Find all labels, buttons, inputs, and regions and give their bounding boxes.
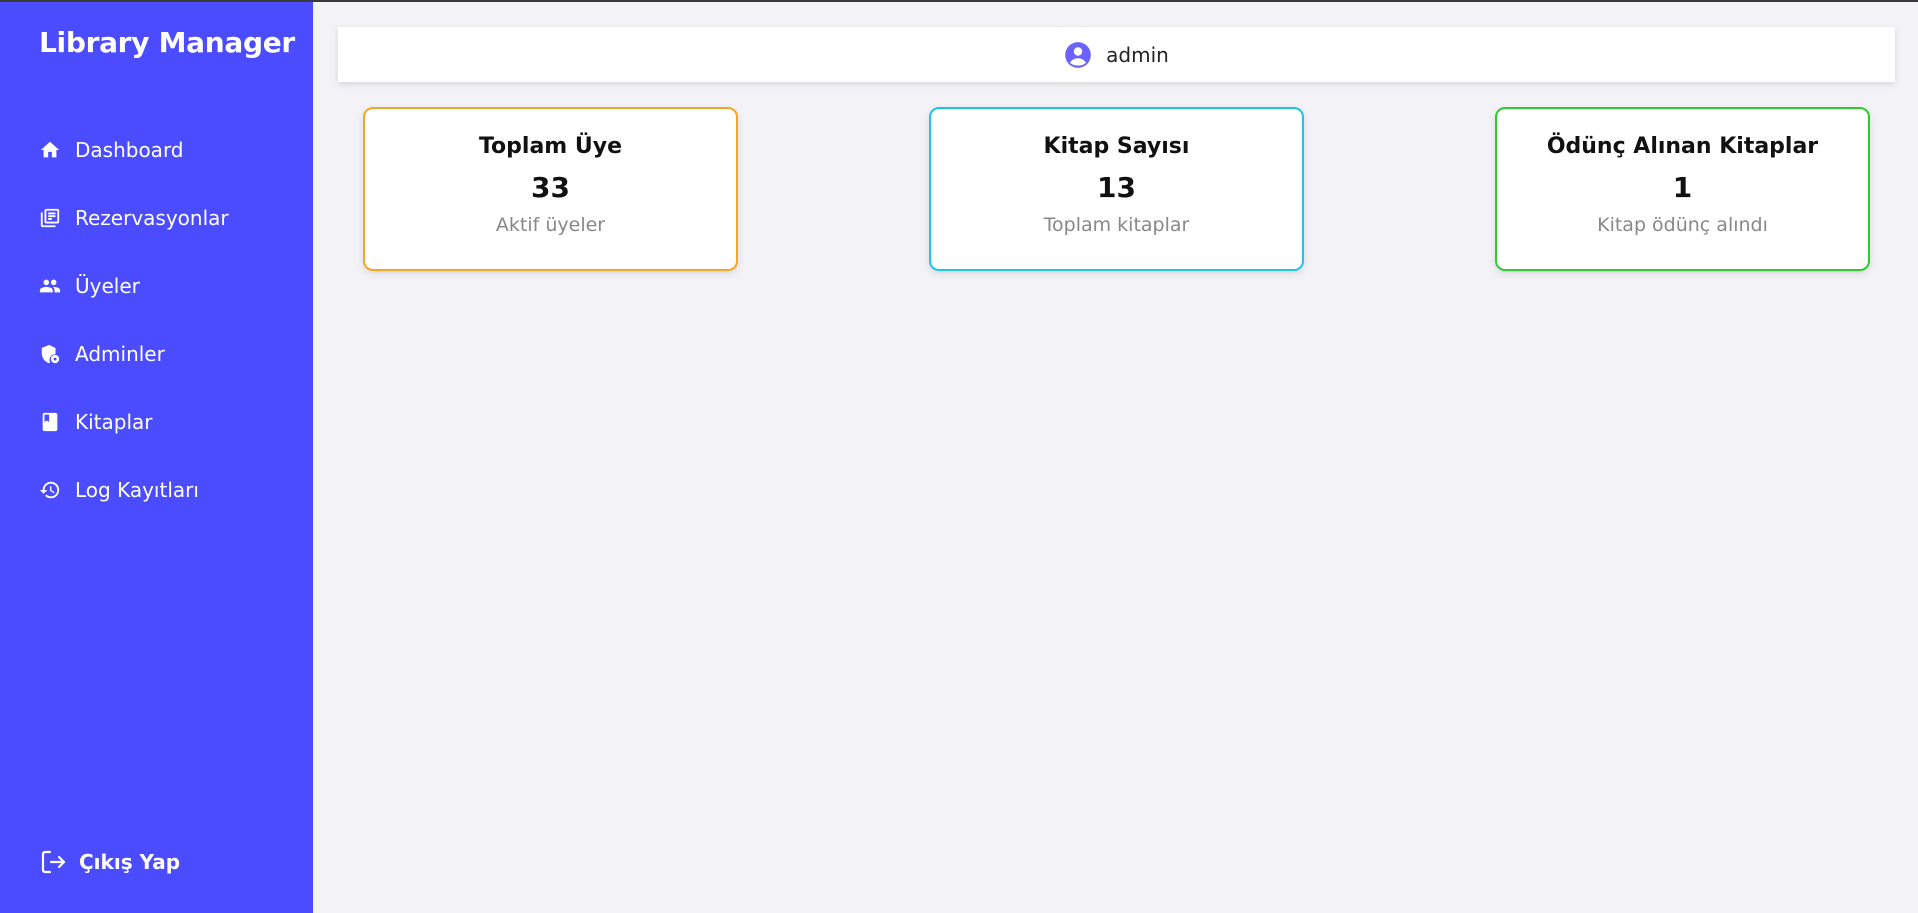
stat-card-title: Kitap Sayısı: [1043, 134, 1190, 159]
sidebar: Library Manager Dashboard Rezervasyonlar…: [0, 0, 313, 913]
sidebar-item-rezervasyonlar[interactable]: Rezervasyonlar: [0, 184, 313, 252]
main-content: admin Toplam Üye 33 Aktif üyeler Kitap S…: [313, 0, 1918, 913]
admin-shield-icon: [41, 344, 60, 364]
home-icon: [40, 141, 60, 158]
users-icon: [39, 279, 61, 293]
logout-button[interactable]: Çıkış Yap: [39, 848, 180, 876]
book-icon: [42, 412, 58, 432]
stat-card-title: Ödünç Alınan Kitaplar: [1546, 134, 1819, 159]
user-avatar-icon: [1065, 41, 1091, 68]
window-top-border: [0, 0, 1918, 2]
stat-card-members: Toplam Üye 33 Aktif üyeler: [363, 107, 738, 271]
sidebar-item-label: Üyeler: [75, 274, 140, 298]
sidebar-item-label: Dashboard: [75, 138, 184, 162]
stat-card-subtitle: Aktif üyeler: [495, 214, 606, 236]
username: admin: [1106, 42, 1169, 67]
stat-card-title: Toplam Üye: [478, 134, 623, 159]
reservations-icon: [40, 208, 60, 228]
sidebar-item-label: Kitaplar: [75, 410, 153, 434]
stat-card-value: 33: [531, 171, 570, 204]
sidebar-item-log-kayitlari[interactable]: Log Kayıtları: [0, 456, 313, 524]
logout-icon: [41, 850, 66, 874]
sidebar-item-label: Log Kayıtları: [75, 478, 199, 502]
sidebar-item-adminler[interactable]: Adminler: [0, 320, 313, 388]
logout-label: Çıkış Yap: [79, 850, 181, 874]
app-title: Library Manager: [39, 26, 295, 59]
sidebar-item-label: Rezervasyonlar: [75, 206, 229, 230]
stat-card-value: 1: [1672, 171, 1693, 204]
history-icon: [39, 481, 60, 499]
sidebar-nav: Dashboard Rezervasyonlar Üyeler Adminler…: [0, 116, 313, 524]
stat-card-subtitle: Toplam kitaplar: [1043, 214, 1190, 236]
sidebar-item-kitaplar[interactable]: Kitaplar: [0, 388, 313, 456]
stat-card-value: 13: [1097, 171, 1136, 204]
sidebar-item-label: Adminler: [75, 342, 165, 366]
sidebar-item-uyeler[interactable]: Üyeler: [0, 252, 313, 320]
stat-card-borrowed: Ödünç Alınan Kitaplar 1 Kitap ödünç alın…: [1495, 107, 1870, 271]
stat-card-books: Kitap Sayısı 13 Toplam kitaplar: [929, 107, 1304, 271]
top-bar: admin: [338, 27, 1895, 82]
sidebar-item-dashboard[interactable]: Dashboard: [0, 116, 313, 184]
stat-card-subtitle: Kitap ödünç alındı: [1597, 214, 1768, 236]
